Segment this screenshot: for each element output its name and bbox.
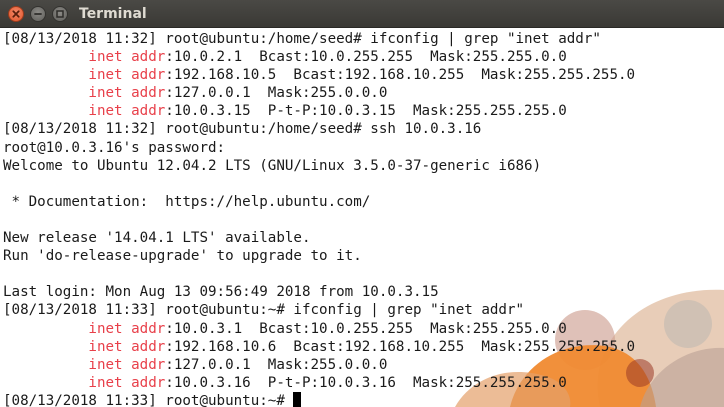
window-title: Terminal	[79, 6, 147, 22]
close-button[interactable]	[8, 6, 24, 22]
terminal-line-inet-eth0: inet addr:10.0.2.1 Bcast:10.0.255.255 Ma…	[3, 48, 635, 66]
terminal-line-blank2	[3, 211, 635, 229]
terminal-line-remote-inet-lo: inet addr:127.0.0.1 Mask:255.0.0.0	[3, 356, 635, 374]
inet-addr-label: inet addr	[88, 103, 166, 120]
terminal-line-release: New release '14.04.1 LTS' available.	[3, 230, 311, 247]
inet-addr-label: inet addr	[88, 356, 166, 373]
address-info: :10.0.2.1 Bcast:10.0.255.255 Mask:255.25…	[165, 49, 567, 66]
terminal-line-cmd3: [08/13/2018 11:33] root@ubuntu:~# ifconf…	[3, 302, 525, 319]
terminal-line-remote-inet-eth0: inet addr:10.0.3.1 Bcast:10.0.255.255 Ma…	[3, 320, 635, 338]
terminal-line-password-prompt: root@10.0.3.16's password:	[3, 139, 226, 156]
terminal-line-blank1	[3, 175, 635, 193]
window-titlebar[interactable]: Terminal	[0, 0, 724, 28]
address-info: :10.0.3.16 P-t-P:10.0.3.16 Mask:255.255.…	[165, 374, 567, 391]
maximize-button[interactable]	[52, 6, 68, 22]
terminal-line-welcome: Welcome to Ubuntu 12.04.2 LTS (GNU/Linux…	[3, 157, 542, 174]
inet-addr-label: inet addr	[88, 320, 166, 337]
terminal-line-upgrade: Run 'do-release-upgrade' to upgrade to i…	[3, 248, 362, 265]
close-icon	[12, 10, 20, 18]
inet-addr-label: inet addr	[88, 338, 166, 355]
shell-prompt: [08/13/2018 11:33] root@ubuntu:~#	[3, 392, 294, 407]
address-info: :10.0.3.1 Bcast:10.0.255.255 Mask:255.25…	[165, 320, 567, 337]
address-info: :127.0.0.1 Mask:255.0.0.0	[165, 356, 388, 373]
terminal-line-inet-lo: inet addr:127.0.0.1 Mask:255.0.0.0	[3, 84, 635, 102]
terminal-line-remote-inet-eth1: inet addr:192.168.10.6 Bcast:192.168.10.…	[3, 338, 635, 356]
terminal-line-blank3	[3, 265, 635, 283]
address-info: :127.0.0.1 Mask:255.0.0.0	[165, 85, 388, 102]
terminal-line-last-login: Last login: Mon Aug 13 09:56:49 2018 fro…	[3, 284, 439, 301]
terminal-line-documentation: * Documentation: https://help.ubuntu.com…	[3, 193, 371, 210]
terminal-line-cmd1: [08/13/2018 11:32] root@ubuntu:/home/see…	[3, 31, 601, 47]
terminal-area[interactable]: [08/13/2018 11:32] root@ubuntu:/home/see…	[0, 28, 724, 407]
address-info: :192.168.10.5 Bcast:192.168.10.255 Mask:…	[165, 67, 636, 84]
inet-addr-label: inet addr	[88, 67, 166, 84]
address-info: :192.168.10.6 Bcast:192.168.10.255 Mask:…	[165, 338, 636, 355]
terminal-line-cmd2: [08/13/2018 11:32] root@ubuntu:/home/see…	[3, 121, 482, 138]
text-cursor	[293, 391, 302, 407]
terminal-output[interactable]: [08/13/2018 11:32] root@ubuntu:/home/see…	[3, 30, 635, 407]
minimize-icon	[34, 13, 42, 15]
terminal-prompt-line[interactable]: [08/13/2018 11:33] root@ubuntu:~#	[3, 391, 635, 407]
address-info: :10.0.3.15 P-t-P:10.0.3.15 Mask:255.255.…	[165, 103, 567, 120]
minimize-button[interactable]	[30, 6, 46, 22]
maximize-icon	[56, 10, 64, 18]
inet-addr-label: inet addr	[88, 49, 166, 66]
inet-addr-label: inet addr	[88, 85, 166, 102]
terminal-line-inet-tun: inet addr:10.0.3.15 P-t-P:10.0.3.15 Mask…	[3, 102, 635, 120]
terminal-line-inet-eth1: inet addr:192.168.10.5 Bcast:192.168.10.…	[3, 66, 635, 84]
terminal-line-remote-inet-tun: inet addr:10.0.3.16 P-t-P:10.0.3.16 Mask…	[3, 374, 635, 392]
inet-addr-label: inet addr	[88, 374, 166, 391]
